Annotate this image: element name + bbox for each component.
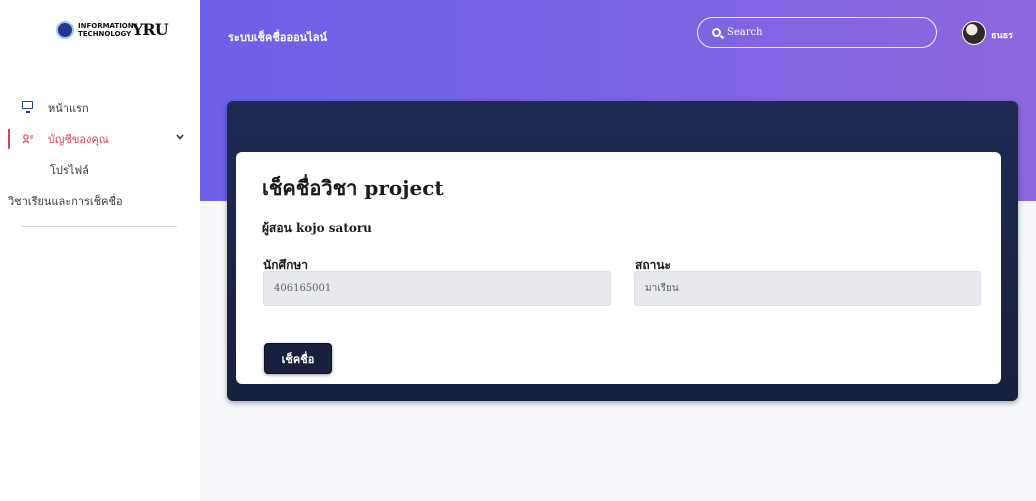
search-input[interactable]	[727, 27, 917, 38]
checkin-button[interactable]: เช็คชื่อ	[264, 343, 332, 374]
user-account-icon	[22, 132, 34, 144]
status-field[interactable]	[634, 271, 981, 306]
logo-line1: INFORMATION	[78, 21, 134, 30]
teacher-label: ผู้สอน kojo satoru	[262, 221, 372, 235]
sidebar-item-label: บัญชีของคุณ	[48, 132, 109, 146]
page-title: เช็คชื่อวิชา project	[262, 176, 444, 200]
sidebar-item-courses[interactable]: วิชาเรียนและการเช็คชื่อ	[0, 185, 200, 216]
sidebar-item-label: หน้าแรก	[48, 101, 89, 115]
sidebar: INFORMATION TECHNOLOGY YRU หน้าแรก บัญชี…	[0, 0, 200, 501]
logo[interactable]: INFORMATION TECHNOLOGY YRU	[56, 20, 169, 39]
username[interactable]: ธนธร	[991, 28, 1013, 42]
sidebar-divider	[22, 226, 177, 227]
avatar[interactable]	[962, 21, 986, 45]
search-icon	[712, 28, 721, 37]
logo-mark: YRU	[132, 20, 169, 39]
globe-logo-icon	[56, 20, 74, 39]
logo-line2: TECHNOLOGY	[78, 29, 132, 38]
sidebar-item-profile[interactable]: โปรไฟล์	[0, 154, 200, 185]
sidebar-item-home[interactable]: หน้าแรก	[0, 92, 200, 123]
monitor-icon	[22, 101, 33, 113]
search-box[interactable]	[697, 17, 937, 48]
sidebar-item-label: โปรไฟล์	[50, 163, 89, 177]
app-title: ระบบเช็คชื่อออนไลน์	[228, 31, 327, 44]
student-id-field[interactable]	[263, 271, 611, 306]
sidebar-nav: หน้าแรก บัญชีของคุณ โปรไฟล์ วิชาเรียนและ…	[0, 92, 200, 216]
sidebar-item-label: วิชาเรียนและการเช็คชื่อ	[8, 194, 123, 208]
sidebar-item-account[interactable]: บัญชีของคุณ	[0, 123, 200, 154]
chevron-down-icon[interactable]	[176, 133, 184, 143]
